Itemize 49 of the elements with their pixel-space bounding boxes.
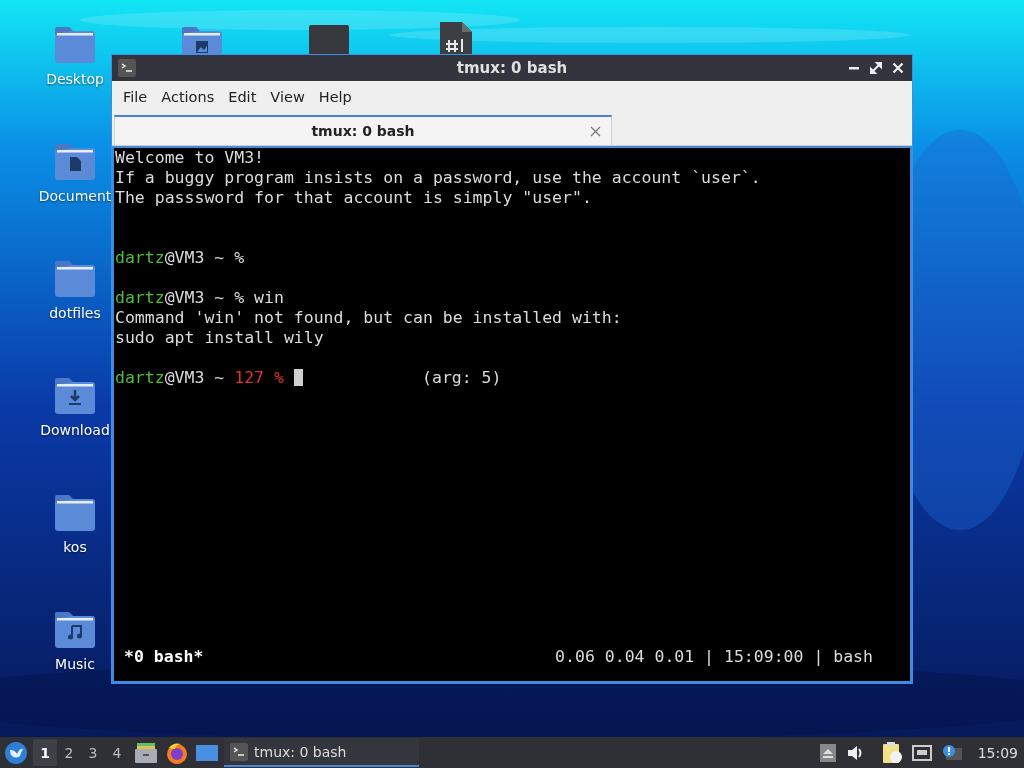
folder-icon [53,259,97,299]
tmux-status: 0.06 0.04 0.01 | 15:09:00 | bash [555,647,873,667]
terminal-line: dartz@VM3 ~ % [114,248,246,268]
workspace-button[interactable]: 4 [105,739,129,766]
browser-icon[interactable] [166,741,188,764]
close-button[interactable] [890,60,906,76]
task-button[interactable]: tmux: 0 bash [224,738,419,767]
menu-item[interactable]: Actions [154,89,222,105]
terminal-line: The passsword for that account is simply "user". [114,188,593,208]
icon-label[interactable]: Document [38,188,112,204]
cursor [293,369,303,386]
file-cabinet-icon[interactable] [135,742,157,763]
tab[interactable]: tmux: 0 bash [114,115,612,145]
eject-icon[interactable] [819,743,836,762]
clipboard-icon[interactable] [881,741,902,764]
icon-label[interactable]: Music [55,656,95,672]
menu-item[interactable]: File [116,89,155,105]
terminal-line: dartz@VM3 ~ % win [114,288,285,308]
icon-label[interactable]: Download [40,422,110,438]
app-menu-icon[interactable] [4,740,28,765]
workspace-button[interactable]: 2 [57,739,81,766]
terminal-line: Welcome to VM3! [114,148,265,168]
window-title: tmux: 0 bash [456,59,568,77]
volume-icon[interactable] [845,743,864,762]
terminal-line: dartz@VM3 ~ 127 % (arg: 5) [114,368,503,388]
clock[interactable]: 15:09 [977,744,1018,761]
document-folder-icon [53,142,97,182]
menu-item[interactable]: Help [311,89,359,105]
workspace-button[interactable]: 1 [33,739,57,766]
music-folder-icon [53,610,97,650]
window-icon[interactable] [196,742,218,763]
terminal-icon [118,59,136,77]
menu-item[interactable]: Edit [221,89,264,105]
terminal-icon [230,742,248,761]
folder-icon [53,25,97,65]
close-icon[interactable] [590,126,601,137]
network-icon[interactable] [911,744,932,761]
icon-label[interactable]: dotfiles [49,305,101,321]
download-folder-icon [53,376,97,416]
notification-icon[interactable] [941,743,962,762]
tmux-window-name: *0 bash* [124,647,204,667]
menu-item[interactable]: View [263,89,312,105]
folder-icon [53,493,97,533]
maximize-button[interactable] [868,60,884,76]
workspace-button[interactable]: 3 [81,739,105,766]
icon-label[interactable]: kos [63,539,87,555]
terminal-line: If a buggy program insists on a password, use the account `user`. [114,168,762,188]
terminal-line: Command 'win' not found, but can be installed with: [114,308,623,328]
terminal-line: sudo apt install wily [114,328,325,348]
